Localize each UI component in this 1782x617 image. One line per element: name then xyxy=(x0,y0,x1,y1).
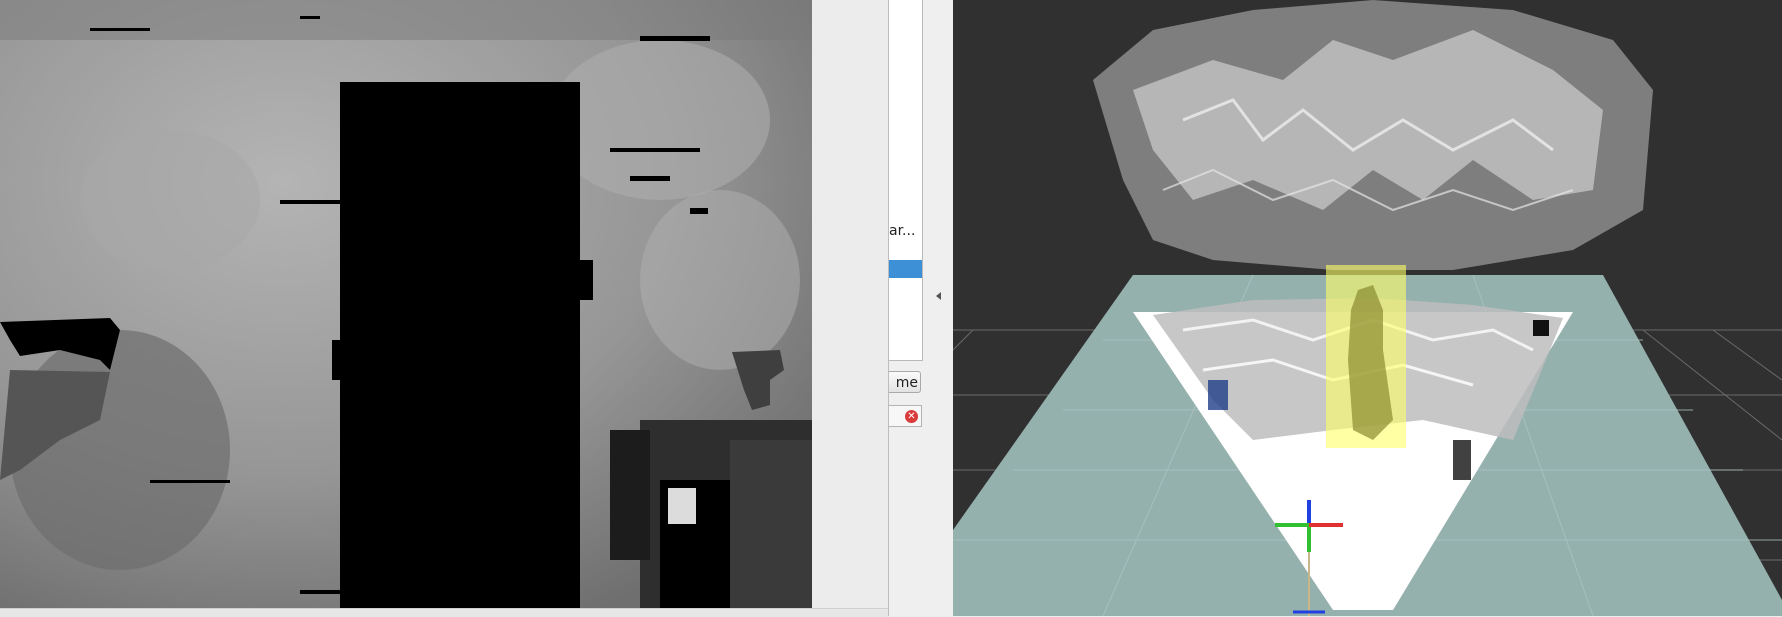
collapse-arrow-icon[interactable] xyxy=(936,292,941,300)
3d-viewer[interactable] xyxy=(953,0,1782,616)
side-list[interactable]: ar... xyxy=(889,0,923,361)
list-item-selected[interactable] xyxy=(889,260,922,278)
time-button[interactable]: me xyxy=(889,371,921,393)
side-panel: ar... me ✕ xyxy=(888,0,953,616)
depth-image-view xyxy=(0,0,812,608)
depth-image xyxy=(0,0,812,608)
text-field[interactable]: ✕ xyxy=(889,405,922,427)
list-item[interactable]: ar... xyxy=(889,222,922,240)
3d-scene xyxy=(953,0,1782,616)
close-circle-icon[interactable]: ✕ xyxy=(905,410,918,423)
